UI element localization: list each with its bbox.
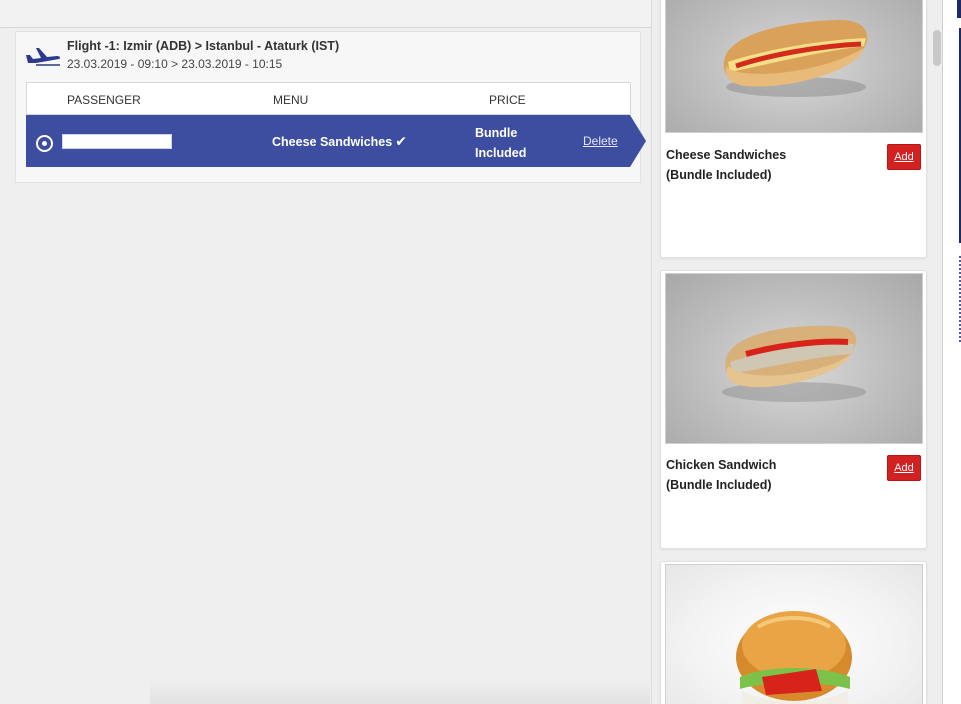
header-price: PRICE	[489, 93, 526, 107]
cheese-sandwich-image	[665, 0, 923, 133]
scrollbar-thumb[interactable]	[933, 30, 941, 66]
table-row[interactable]: Cheese Sandwiches ✔ Bundle Included Delet…	[26, 115, 630, 167]
add-button[interactable]: Add	[887, 455, 921, 481]
row-price-line1: Bundle	[475, 126, 518, 140]
menu-card: Chicken Sandwich (Bundle Included) Add	[660, 270, 927, 549]
chicken-sandwich-image	[665, 273, 923, 444]
edge-accent-top	[957, 0, 961, 18]
radio-selected-icon[interactable]	[36, 135, 53, 152]
menu-card: Cheese Sandwiches (Bundle Included) Add	[660, 0, 927, 258]
menu-card-title: Cheese Sandwiches (Bundle Included)	[666, 145, 846, 185]
flight-panel: Flight -1: Izmir (ADB) > Istanbul - Atat…	[15, 31, 646, 183]
add-button[interactable]: Add	[887, 144, 921, 170]
row-menu-item: Cheese Sandwiches ✔	[272, 133, 407, 150]
menu-card-title-line1: Chicken Sandwich	[666, 458, 777, 472]
passenger-name-field	[62, 134, 172, 149]
table-header: PASSENGER MENU PRICE	[26, 82, 631, 115]
row-arrow-pointer	[630, 115, 646, 167]
header-menu: MENU	[273, 93, 309, 107]
menu-card-title-line1: Cheese Sandwiches	[666, 148, 787, 162]
right-edge-panel	[942, 0, 961, 704]
bagel-sandwich-image	[665, 564, 923, 704]
flight-dates: 23.03.2019 - 09:10 > 23.03.2019 - 10:15	[67, 57, 283, 71]
menu-card-title-line2: (Bundle Included)	[666, 478, 772, 492]
delete-link[interactable]: Delete	[583, 134, 618, 148]
menu-card	[660, 561, 927, 704]
menu-card-title-line2: (Bundle Included)	[666, 168, 772, 182]
flight-title: Flight -1: Izmir (ADB) > Istanbul - Atat…	[67, 39, 340, 53]
bottom-shade	[150, 680, 650, 704]
header-passenger: PASSENGER	[67, 93, 141, 107]
row-menu-label: Cheese Sandwiches	[272, 135, 393, 149]
row-price-line2: Included	[475, 146, 527, 160]
check-icon: ✔	[395, 133, 407, 149]
menu-list[interactable]: Cheese Sandwiches (Bundle Included) Add …	[651, 0, 942, 704]
plane-icon	[24, 46, 62, 66]
menu-card-title: Chicken Sandwich (Bundle Included)	[666, 455, 846, 495]
row-price: Bundle Included	[475, 123, 545, 163]
